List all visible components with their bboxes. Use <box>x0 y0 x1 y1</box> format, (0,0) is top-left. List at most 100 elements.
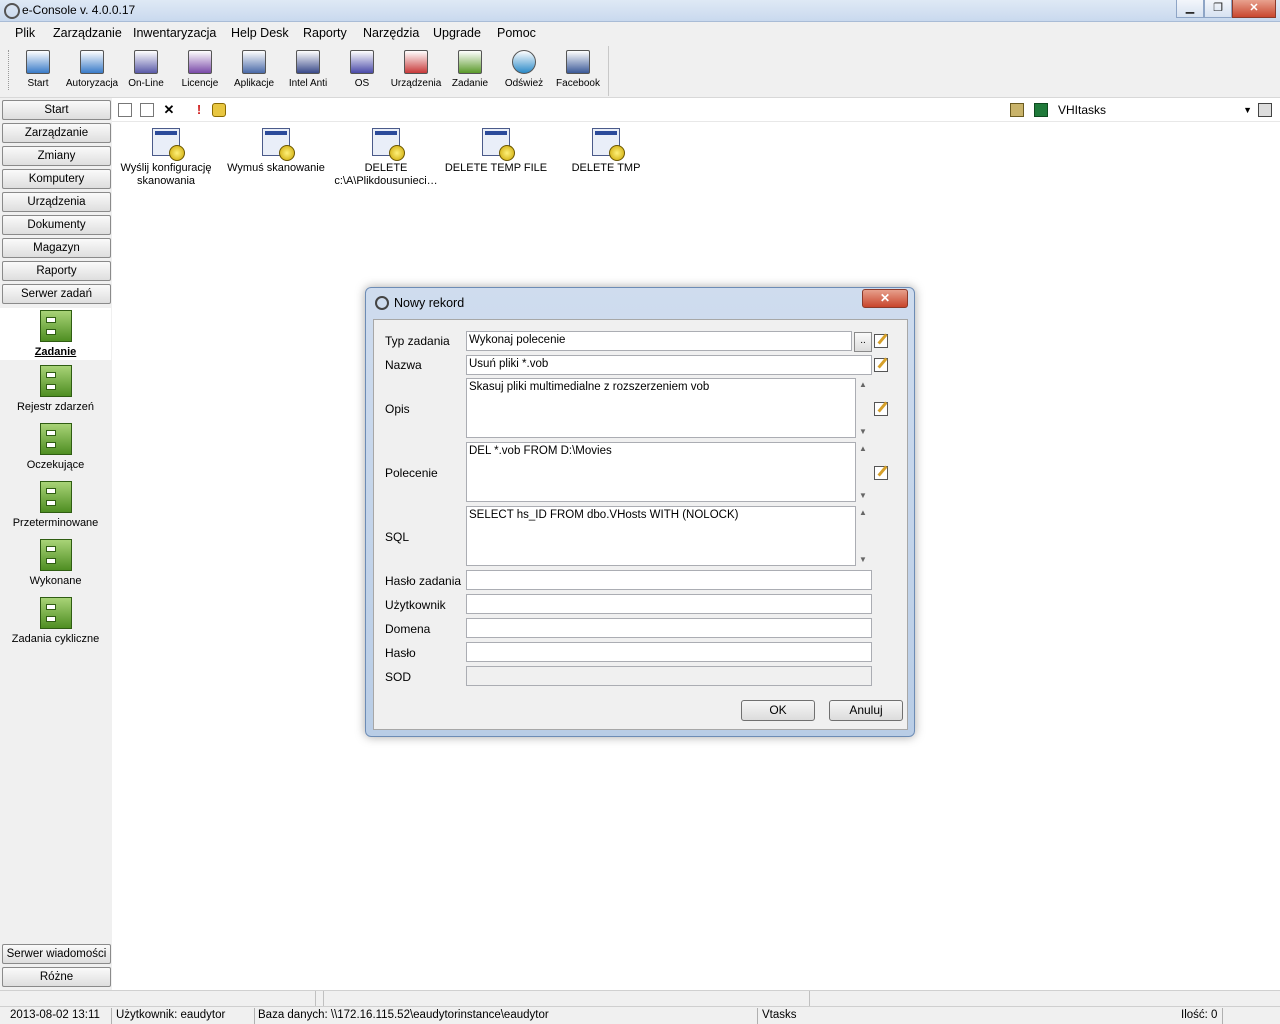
nav-serwer-zadan[interactable]: Serwer zadań <box>2 284 111 304</box>
toolbar-label: Zadanie <box>451 78 489 89</box>
nav-rozne[interactable]: Różne <box>2 967 111 987</box>
excel-icon[interactable] <box>1034 103 1048 117</box>
polecenie-field[interactable]: DEL *.vob FROM D:\Movies <box>466 442 856 502</box>
menu-zarzadzanie[interactable]: Zarządzanie <box>53 26 122 40</box>
delete-icon[interactable]: ✕ <box>162 103 176 117</box>
edit-icon[interactable] <box>874 334 888 348</box>
authorization-icon <box>80 50 104 74</box>
sidebar-item-rejestr-zdarzen[interactable]: Rejestr zdarzeń <box>0 365 111 413</box>
toolbar-label: Licencje <box>181 78 219 89</box>
menu-inwentaryzacja[interactable]: Inwentaryzacja <box>133 26 216 40</box>
polecenie-scrollbar[interactable]: ▲ ▼ <box>857 442 871 502</box>
cancel-button[interactable]: Anuluj <box>829 700 903 721</box>
task-delete-plik[interactable]: DELETE c:\A\Plikdousunieci… <box>331 128 441 188</box>
close-window-button[interactable]: ✕ <box>1232 0 1276 18</box>
sidebar-item-oczekujace[interactable]: Oczekujące <box>0 423 111 471</box>
sidebar-item-przeterminowane[interactable]: Przeterminowane <box>0 481 111 529</box>
start-icon <box>26 50 50 74</box>
nav-magazyn[interactable]: Magazyn <box>2 238 111 258</box>
scheduled-task-icon <box>152 128 185 161</box>
divider <box>323 991 324 1007</box>
opis-scrollbar[interactable]: ▲ ▼ <box>857 378 871 438</box>
restore-button[interactable]: ❐ <box>1204 0 1232 18</box>
main-toolbar: Start Autoryzacja On-Line Licencje Aplik… <box>0 44 1280 98</box>
menu-raporty[interactable]: Raporty <box>303 26 347 40</box>
toolbar-zadanie-button[interactable]: Zadanie <box>442 50 498 89</box>
edit-icon[interactable] <box>874 402 888 416</box>
minimize-button[interactable]: ▁ <box>1176 0 1204 18</box>
nazwa-label: Nazwa <box>385 358 422 372</box>
toolbar-os-button[interactable]: OS <box>334 50 390 89</box>
print-icon[interactable] <box>1258 103 1272 117</box>
event-log-icon <box>39 365 72 397</box>
toolbar-odswiez-button[interactable]: Odśwież <box>496 50 552 89</box>
new-record-dialog: Nowy rekord ✕ Typ zadania Wykonaj polece… <box>365 287 915 737</box>
exclamation-icon[interactable]: ! <box>192 103 206 117</box>
sidebar-item-wykonane[interactable]: Wykonane <box>0 539 111 587</box>
toolbar-intel-anti-button[interactable]: Intel Anti <box>280 50 336 89</box>
pending-icon <box>39 423 72 455</box>
toolbar-urzadzenia-button[interactable]: Urządzenia <box>388 50 444 89</box>
scroll-down-icon: ▼ <box>859 491 867 500</box>
dialog-title: Nowy rekord <box>394 296 465 310</box>
divider <box>1222 1008 1223 1024</box>
nav-zmiany[interactable]: Zmiany <box>2 146 111 166</box>
menu-help-desk[interactable]: Help Desk <box>231 26 289 40</box>
opis-label: Opis <box>385 402 410 416</box>
edit-icon[interactable] <box>874 358 888 372</box>
status-database: Baza danych: \\172.16.115.52\eaudytorins… <box>258 1009 549 1021</box>
toolbar-aplikacje-button[interactable]: Aplikacje <box>226 50 282 89</box>
menu-narzedzia[interactable]: Narzędzia <box>363 26 419 40</box>
menu-pomoc[interactable]: Pomoc <box>497 26 536 40</box>
task-delete-temp-file[interactable]: DELETE TEMP FILE <box>441 128 551 175</box>
dialog-close-button[interactable]: ✕ <box>862 289 908 308</box>
nav-urzadzenia[interactable]: Urządzenia <box>2 192 111 212</box>
task-list-icon <box>39 310 72 342</box>
sidebar-item-zadanie[interactable]: Zadanie <box>0 308 111 360</box>
ok-button[interactable]: OK <box>741 700 815 721</box>
new-document-icon[interactable] <box>118 103 132 117</box>
toolbar-start-button[interactable]: Start <box>10 50 66 89</box>
panel-divider-bar <box>0 990 1280 1007</box>
task-wyslij-konfiguracje[interactable]: Wyślij konfigurację skanowania <box>111 128 221 188</box>
toolbar-autoryzacja-button[interactable]: Autoryzacja <box>64 50 120 89</box>
nav-zarzadzanie[interactable]: Zarządzanie <box>2 123 111 143</box>
chevron-down-icon: ▼ <box>1243 105 1252 115</box>
task-delete-tmp[interactable]: DELETE TMP <box>551 128 661 175</box>
edit-icon[interactable] <box>140 103 154 117</box>
nav-start[interactable]: Start <box>2 100 111 120</box>
toolbar-facebook-button[interactable]: Facebook <box>550 50 606 89</box>
toolbar-separator <box>608 46 609 96</box>
nav-raporty[interactable]: Raporty <box>2 261 111 281</box>
nav-komputery[interactable]: Komputery <box>2 169 111 189</box>
status-module: Vtasks <box>762 1009 797 1021</box>
sod-field <box>466 666 872 686</box>
folder-run-icon[interactable] <box>212 103 226 117</box>
nazwa-field[interactable]: Usuń pliki *.vob <box>466 355 872 375</box>
divider <box>757 1008 758 1024</box>
sidebar-item-zadania-cykliczne[interactable]: Zadania cykliczne <box>0 597 111 645</box>
typ-zadania-browse-button[interactable]: .. <box>854 332 872 352</box>
app-logo-icon <box>4 3 20 19</box>
sql-scrollbar[interactable]: ▲ ▼ <box>857 506 871 566</box>
report-icon[interactable] <box>1010 103 1024 117</box>
opis-field[interactable]: Skasuj pliki multimedialne z rozszerzeni… <box>466 378 856 438</box>
scroll-down-icon: ▼ <box>859 555 867 564</box>
uzytkownik-field[interactable] <box>466 594 872 614</box>
toolbar-licencje-button[interactable]: Licencje <box>172 50 228 89</box>
task-wymus-skanowanie[interactable]: Wymuś skanowanie <box>221 128 331 175</box>
typ-zadania-field[interactable]: Wykonaj polecenie <box>466 331 852 351</box>
domena-label: Domena <box>385 622 431 636</box>
haslo-zadania-field[interactable] <box>466 570 872 590</box>
nav-dokumenty[interactable]: Dokumenty <box>2 215 111 235</box>
edit-icon[interactable] <box>874 466 888 480</box>
data-source-combo[interactable]: VHItasks ▼ <box>1058 101 1254 119</box>
nav-serwer-wiadomosci[interactable]: Serwer wiadomości <box>2 944 111 964</box>
expired-icon <box>39 481 72 513</box>
domena-field[interactable] <box>466 618 872 638</box>
menu-plik[interactable]: Plik <box>15 26 35 40</box>
menu-upgrade[interactable]: Upgrade <box>433 26 481 40</box>
sql-field[interactable]: SELECT hs_ID FROM dbo.VHosts WITH (NOLOC… <box>466 506 856 566</box>
haslo-field[interactable] <box>466 642 872 662</box>
toolbar-online-button[interactable]: On-Line <box>118 50 174 89</box>
